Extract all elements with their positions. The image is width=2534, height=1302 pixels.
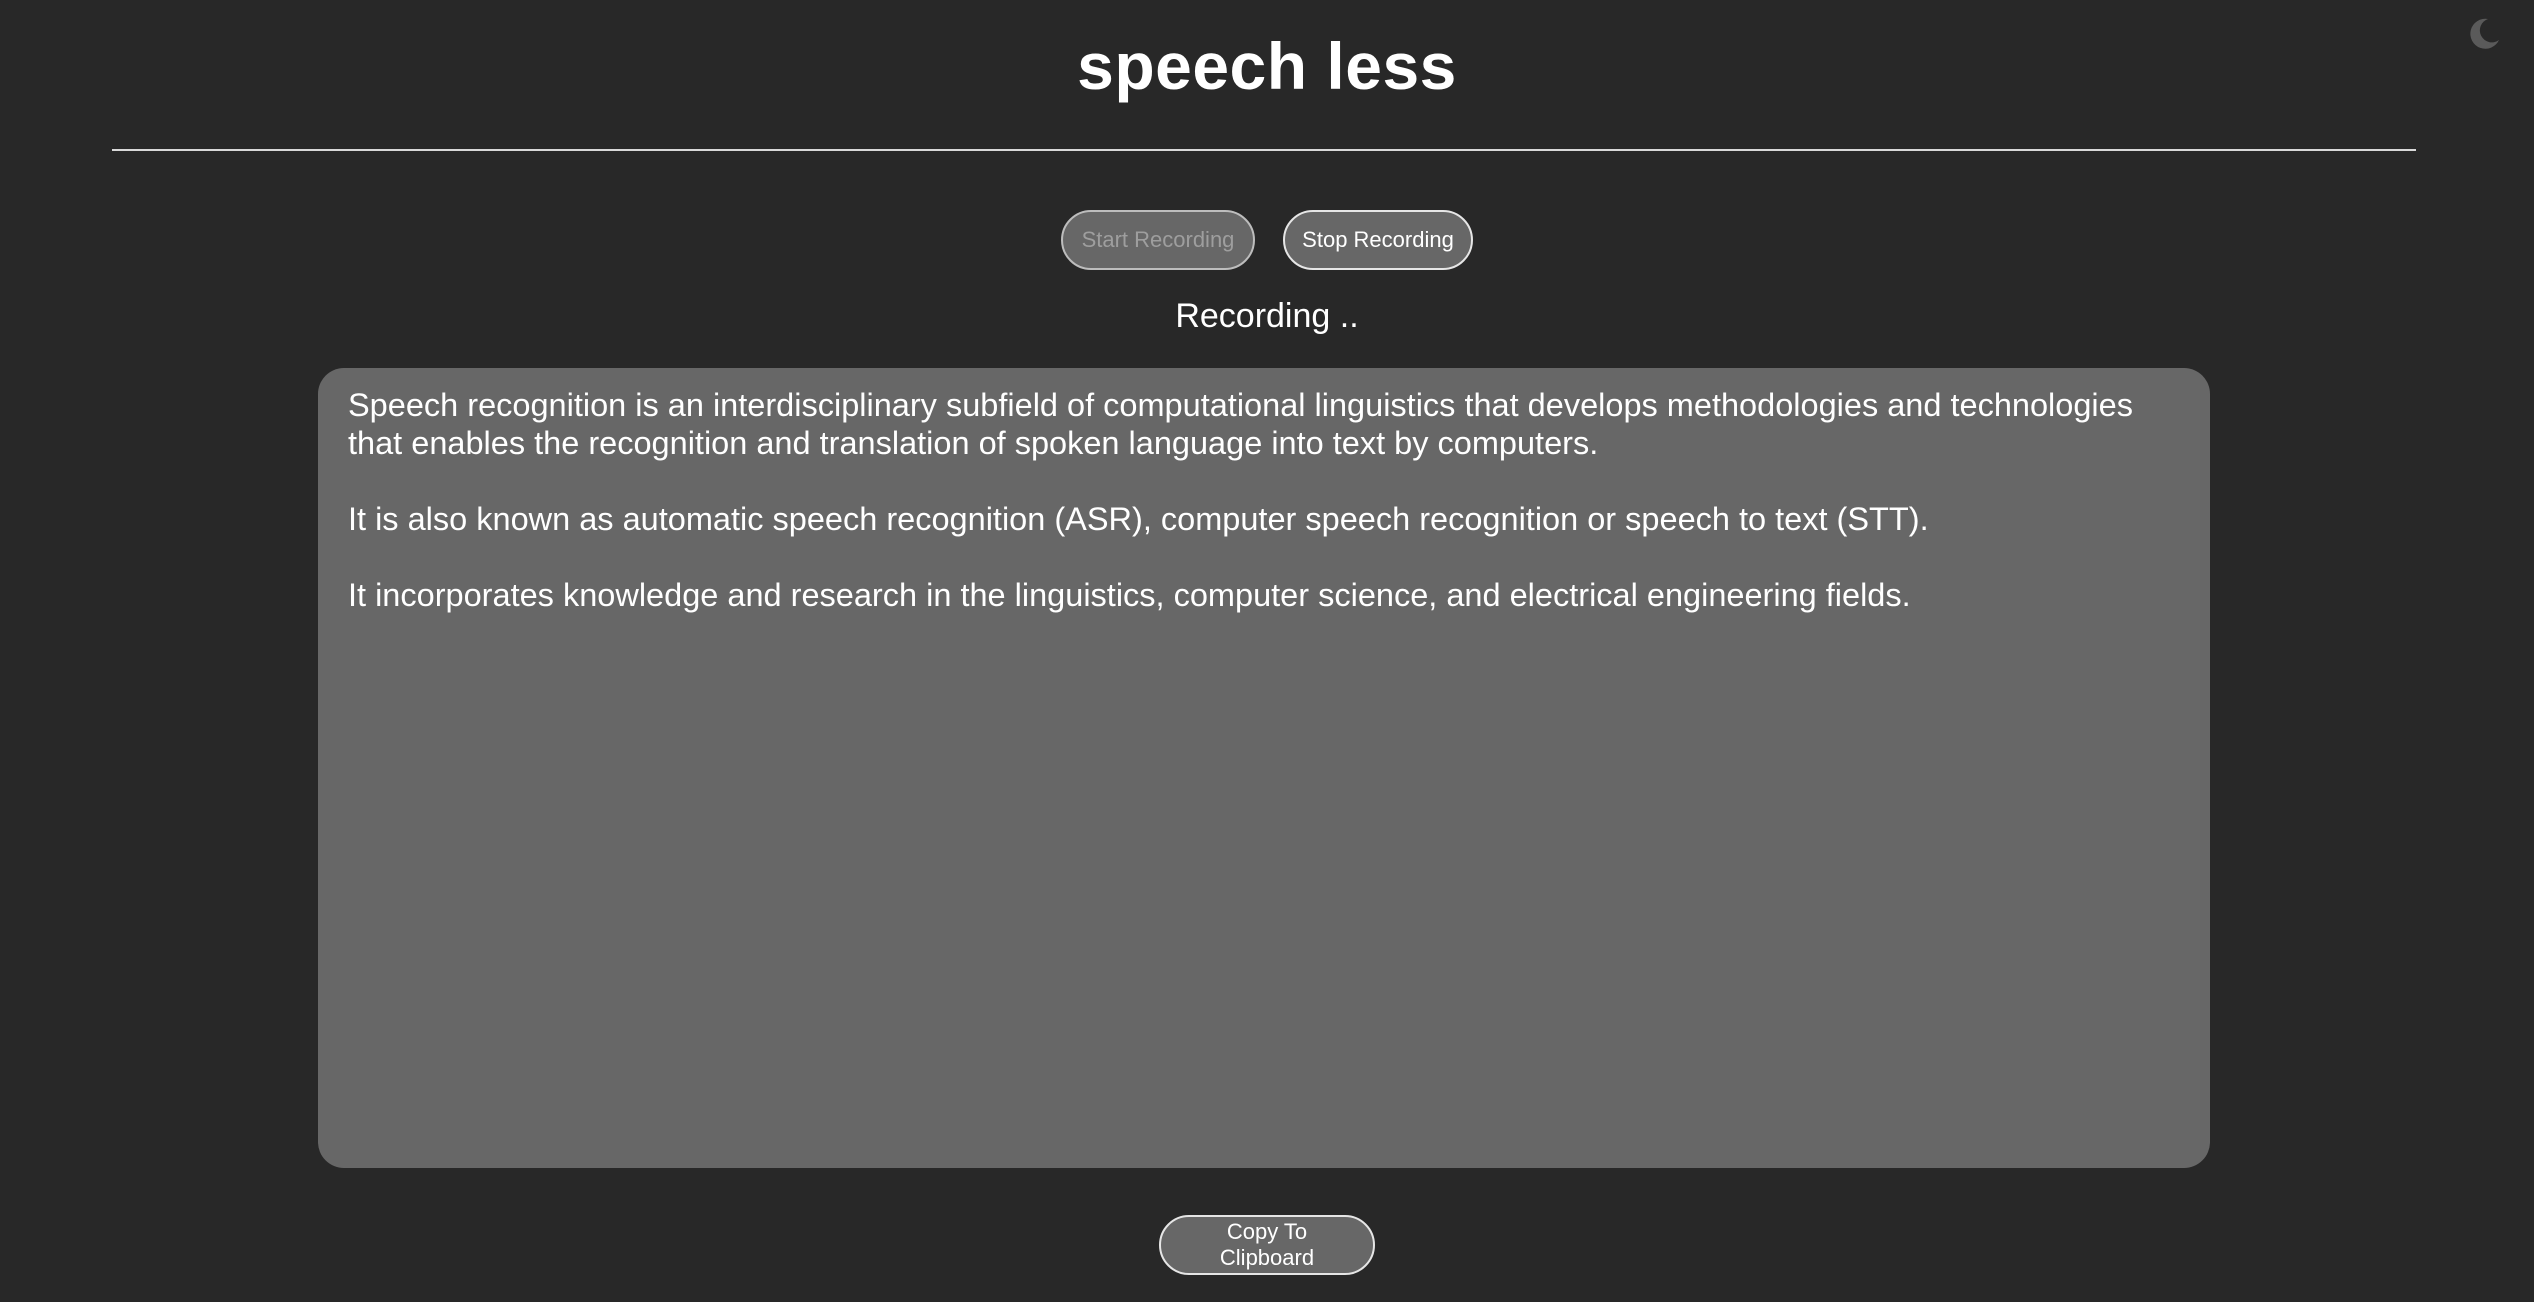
transcript-paragraph: It is also known as automatic speech rec… (348, 501, 1929, 537)
transcript-paragraph: It incorporates knowledge and research i… (348, 577, 1911, 613)
actions-row: Copy To Clipboard (0, 1215, 2534, 1275)
transcript-area[interactable]: Speech recognition is an interdisciplina… (318, 368, 2210, 1168)
start-recording-button[interactable]: Start Recording (1061, 210, 1255, 270)
app-title: speech less (1077, 29, 1457, 103)
app-page: speech less Start Recording Stop Recordi… (0, 0, 2534, 1302)
header-divider (112, 149, 2416, 151)
recording-status: Recording .. (1175, 297, 1359, 335)
transcript-paragraph: Speech recognition is an interdisciplina… (348, 387, 2133, 461)
recording-controls: Start Recording Stop Recording (0, 210, 2534, 270)
copy-to-clipboard-button[interactable]: Copy To Clipboard (1159, 1215, 1375, 1275)
stop-recording-button[interactable]: Stop Recording (1283, 210, 1473, 270)
